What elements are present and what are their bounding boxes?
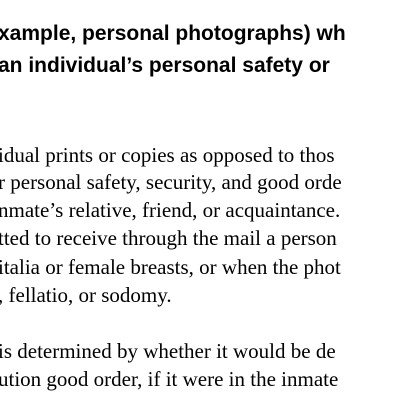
body-line-6: , fellatio, or sodomy.: [0, 283, 172, 307]
body-line-4: tted to receive through the mail a perso…: [0, 226, 337, 250]
heading-line-1: xample, personal photographs) wh: [0, 22, 346, 45]
body-line-8: ution good order, if it were in the inma…: [0, 367, 339, 391]
document-page: xample, personal photographs) wh an indi…: [0, 0, 400, 400]
body-line-5: italia or female breasts, or when the ph…: [0, 255, 341, 279]
body-line-2: r personal safety, security, and good or…: [0, 170, 342, 194]
body-line-1: idual prints or copies as opposed to tho…: [0, 143, 335, 167]
body-line-3: nmate’s relative, friend, or acquaintanc…: [0, 198, 341, 222]
heading-line-2: an individual’s personal safety or: [0, 54, 330, 77]
body-line-7: is determined by whether it would be de: [0, 339, 336, 363]
